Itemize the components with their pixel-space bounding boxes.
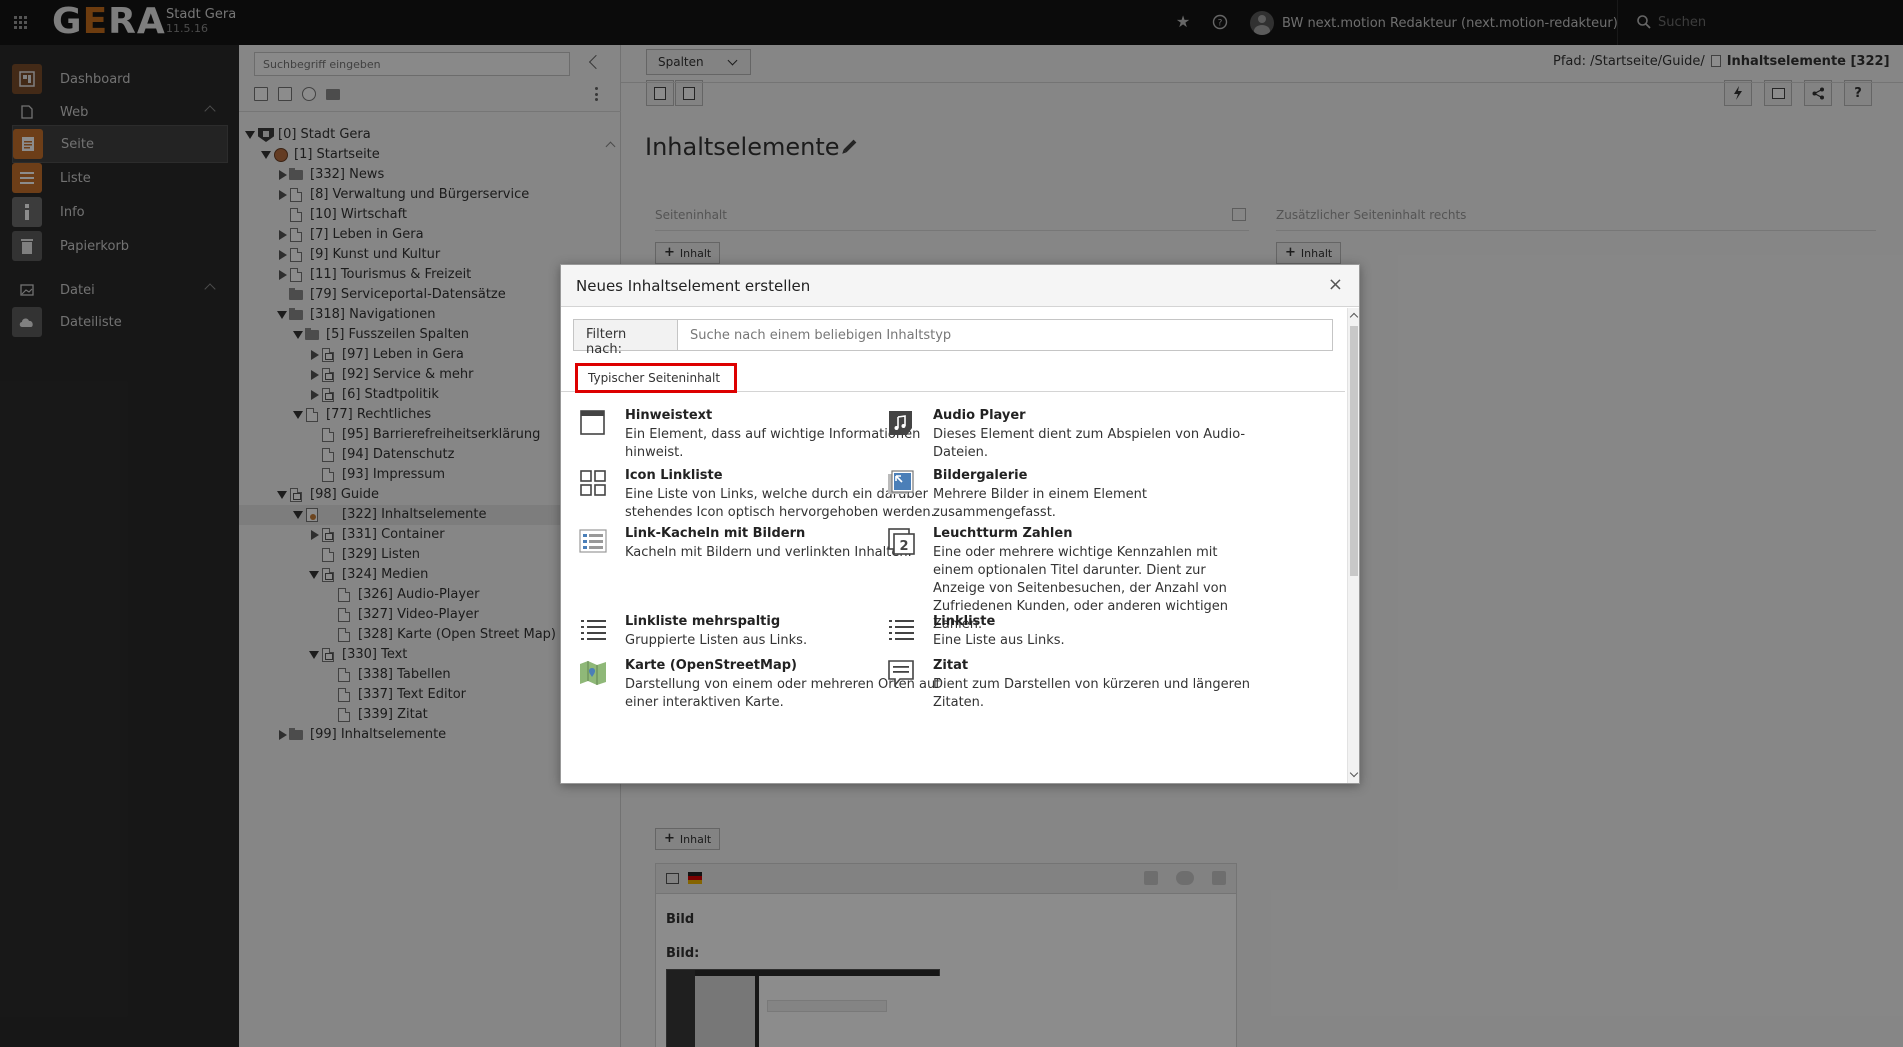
gallery-icon	[888, 470, 914, 494]
dialog-header: Neues Inhaltselement erstellen ×	[561, 265, 1359, 307]
wizard-item-zitat[interactable]: Zitat Dient zum Darstellen von kürzeren …	[886, 658, 1266, 710]
wizard-item-title: Hinweistext	[625, 408, 713, 423]
scroll-down-icon[interactable]	[1349, 768, 1359, 778]
wizard-item-desc: Dient zum Darstellen von kürzeren und lä…	[933, 677, 1250, 710]
svg-text:2: 2	[899, 539, 908, 554]
list-icon	[581, 620, 606, 640]
scroll-up-icon[interactable]	[1349, 312, 1359, 322]
filter-label: Filtern nach:	[574, 320, 678, 357]
icon-grid-icon	[580, 470, 606, 496]
wizard-item-title: Icon Linkliste	[625, 468, 723, 483]
wizard-item-leuchtturm-zahlen[interactable]: 2 Leuchtturm Zahlen Eine oder mehrere wi…	[886, 526, 1266, 632]
dialog-scrollbar[interactable]	[1347, 308, 1359, 783]
wizard-item-title: Linkliste	[933, 614, 996, 629]
wizard-item-desc: Eine Liste aus Links.	[933, 633, 1065, 648]
wizard-item-title: Zitat	[933, 658, 969, 673]
wizard-item-desc: Mehrere Bilder in einem Element zusammen…	[933, 487, 1148, 520]
map-icon	[580, 661, 606, 685]
quote-icon	[888, 660, 914, 688]
new-content-element-dialog: Neues Inhaltselement erstellen × Filtern…	[560, 264, 1360, 784]
scrollbar-thumb[interactable]	[1350, 326, 1358, 576]
close-icon[interactable]: ×	[1328, 274, 1343, 295]
filter-input[interactable]	[678, 320, 1332, 350]
tiles-list-icon	[579, 529, 607, 553]
wizard-item-title: Karte (OpenStreetMap)	[625, 658, 797, 673]
dialog-body: Filtern nach: Typischer Seiteninhalt Hin…	[561, 308, 1345, 783]
numbers-icon: 2	[888, 528, 915, 555]
list-icon	[889, 620, 914, 640]
music-note-icon	[889, 411, 912, 435]
wizard-item-title: Link-Kacheln mit Bildern	[625, 526, 806, 541]
wizard-item-title: Bildergalerie	[933, 468, 1028, 483]
wizard-item-bildergalerie[interactable]: Bildergalerie Mehrere Bilder in einem El…	[886, 468, 1266, 520]
hint-box-icon	[580, 410, 605, 435]
tab-typical-content[interactable]: Typischer Seiteninhalt	[575, 363, 737, 393]
wizard-item-desc: Dieses Element dient zum Abspielen von A…	[933, 427, 1246, 460]
wizard-item-audio-player[interactable]: Audio Player Dieses Element dient zum Ab…	[886, 408, 1266, 460]
wizard-item-title: Linkliste mehrspaltig	[625, 614, 781, 629]
dialog-title: Neues Inhaltselement erstellen	[576, 277, 811, 295]
filter-row: Filtern nach:	[573, 319, 1333, 357]
wizard-item-title: Leuchtturm Zahlen	[933, 526, 1073, 541]
tab-bar: Typischer Seiteninhalt	[561, 362, 1345, 393]
wizard-item-title: Audio Player	[933, 408, 1026, 423]
wizard-item-linkliste[interactable]: Linkliste Eine Liste aus Links.	[886, 614, 1266, 648]
